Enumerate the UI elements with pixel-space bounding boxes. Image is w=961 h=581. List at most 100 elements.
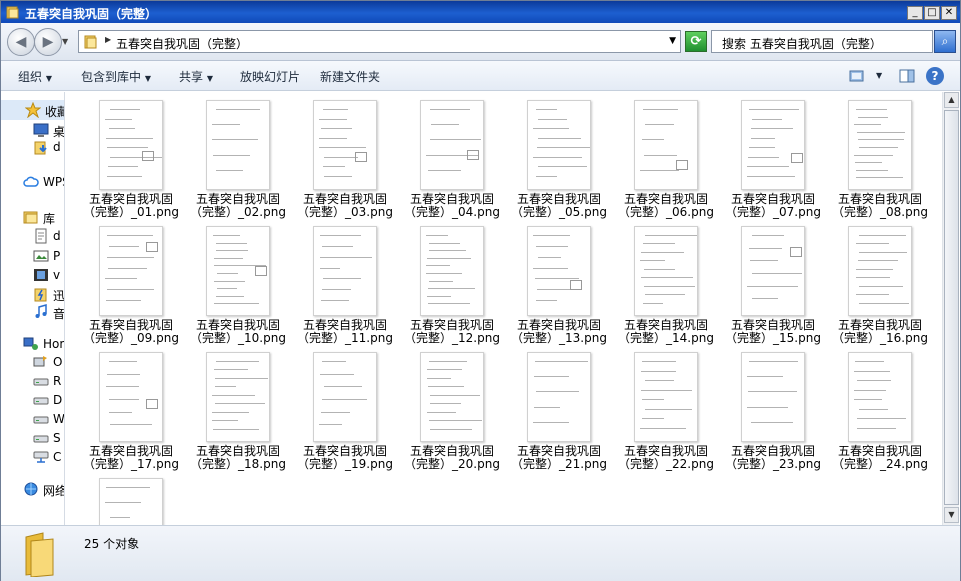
nav-item[interactable]: 音 xyxy=(1,302,64,322)
file-name: 五春突自我巩固（完整）_02.png xyxy=(190,192,286,219)
scroll-thumb[interactable] xyxy=(944,110,959,505)
file-thumbnail xyxy=(634,100,698,190)
scroll-down-arrow-icon[interactable]: ▼ xyxy=(944,507,959,523)
drive-icon xyxy=(33,373,49,389)
chevron-down-icon: ▼ xyxy=(144,74,151,83)
file-thumbnail xyxy=(848,352,912,442)
search-button[interactable]: ⌕ xyxy=(934,30,956,53)
recent-pages-dropdown[interactable]: ▼ xyxy=(62,37,68,46)
file-item[interactable]: 五春突自我巩固（完整）_06.png xyxy=(616,100,716,220)
file-item[interactable]: 五春突自我巩固（完整）_16.png xyxy=(830,226,930,346)
file-item[interactable]: 五春突自我巩固（完整）_21.png xyxy=(509,352,609,472)
file-item[interactable]: 五春突自我巩固（完整）_14.png xyxy=(616,226,716,346)
file-name: 五春突自我巩固（完整）_05.png xyxy=(511,192,607,219)
view-dropdown-icon[interactable]: ▼ xyxy=(876,71,882,80)
file-thumbnail xyxy=(634,352,698,442)
close-button[interactable]: ✕ xyxy=(941,6,957,20)
nav-item[interactable]: R xyxy=(1,371,64,391)
file-item[interactable]: 五春突自我巩固（完整）_19.png xyxy=(295,352,395,472)
thunder-icon xyxy=(33,286,49,302)
file-item[interactable]: 五春突自我巩固（完整）_04.png xyxy=(402,100,502,220)
vertical-scrollbar[interactable]: ▲ ▼ xyxy=(942,92,959,525)
nav-item[interactable]: P xyxy=(1,246,64,266)
title-bar[interactable]: 五春突自我巩固（完整） _ □ ✕ xyxy=(1,1,960,23)
file-item[interactable]: 五春突自我巩固（完整）_17.png xyxy=(81,352,181,472)
file-item[interactable]: 五春突自我巩固（完整）_25.png xyxy=(81,478,181,525)
nav-item[interactable]: v xyxy=(1,265,64,285)
forward-button[interactable]: ▶ xyxy=(34,28,62,56)
file-item[interactable]: 五春突自我巩固（完整）_10.png xyxy=(188,226,288,346)
new-folder-button[interactable]: 新建文件夹 xyxy=(320,68,380,85)
nav-item[interactable]: 网络 xyxy=(1,479,64,499)
file-thumbnail xyxy=(206,352,270,442)
file-name: 五春突自我巩固（完整）_06.png xyxy=(618,192,714,219)
file-item[interactable]: 五春突自我巩固（完整）_24.png xyxy=(830,352,930,472)
file-item[interactable]: 五春突自我巩固（完整）_23.png xyxy=(723,352,823,472)
nav-item-label: O xyxy=(53,355,63,369)
file-item[interactable]: 五春突自我巩固（完整）_12.png xyxy=(402,226,502,346)
file-item[interactable]: 五春突自我巩固（完整）_07.png xyxy=(723,100,823,220)
file-name: 五春突自我巩固（完整）_15.png xyxy=(725,318,821,345)
file-name: 五春突自我巩固（完整）_07.png xyxy=(725,192,821,219)
file-thumbnail xyxy=(313,352,377,442)
share-button[interactable]: 共享 ▼ xyxy=(179,68,213,85)
nav-item-label: S xyxy=(53,431,61,445)
nav-item[interactable]: WPS xyxy=(1,172,64,192)
file-item[interactable]: 五春突自我巩固（完整）_20.png xyxy=(402,352,502,472)
nav-item[interactable]: 迅 xyxy=(1,284,64,304)
file-thumbnail xyxy=(848,226,912,316)
arrow-right-icon: ▶ xyxy=(42,34,54,50)
navigation-pane: 收藏桌dWPS库dPv迅音HomORDWSC网络 xyxy=(1,92,65,525)
file-list[interactable]: 五春突自我巩固（完整）_01.png 五春突自我巩固（完整）_02.png 五春突自… xyxy=(66,92,942,525)
explorer-window: 五春突自我巩固（完整） _ □ ✕ ◀ ▶ ▼ ▶ 五春突自我巩固（完整） ▼ … xyxy=(0,0,961,581)
search-placeholder: 搜索 五春突自我巩固（完整） xyxy=(722,37,882,51)
file-item[interactable]: 五春突自我巩固（完整）_18.png xyxy=(188,352,288,472)
nav-item[interactable]: O xyxy=(1,352,64,372)
slideshow-button[interactable]: 放映幻灯片 xyxy=(240,68,300,85)
help-icon[interactable]: ? xyxy=(926,67,944,85)
desktop-icon xyxy=(33,122,49,138)
maximize-button[interactable]: □ xyxy=(924,6,940,20)
star-icon xyxy=(24,101,42,119)
scroll-up-arrow-icon[interactable]: ▲ xyxy=(944,92,959,108)
file-item[interactable]: 五春突自我巩固（完整）_13.png xyxy=(509,226,609,346)
breadcrumb-chevron-icon[interactable]: ▶ xyxy=(105,35,111,44)
breadcrumb-current[interactable]: 五春突自我巩固（完整） xyxy=(116,35,248,52)
nav-item[interactable]: C xyxy=(1,447,64,467)
nav-item[interactable]: D xyxy=(1,390,64,410)
address-field[interactable]: ▶ 五春突自我巩固（完整） ▼ xyxy=(78,30,681,53)
file-name: 五春突自我巩固（完整）_08.png xyxy=(832,192,928,219)
search-input[interactable]: 搜索 五春突自我巩固（完整） xyxy=(711,30,933,53)
file-name: 五春突自我巩固（完整）_21.png xyxy=(511,444,607,471)
nav-item[interactable]: 收藏 xyxy=(1,100,64,120)
file-item[interactable]: 五春突自我巩固（完整）_08.png xyxy=(830,100,930,220)
file-name: 五春突自我巩固（完整）_13.png xyxy=(511,318,607,345)
organize-button[interactable]: 组织 ▼ xyxy=(18,68,52,85)
nav-item[interactable]: Hom xyxy=(1,334,64,354)
file-item[interactable]: 五春突自我巩固（完整）_02.png xyxy=(188,100,288,220)
nav-item[interactable]: d xyxy=(1,137,64,157)
include-library-button[interactable]: 包含到库中 ▼ xyxy=(81,68,151,85)
nav-item[interactable]: d xyxy=(1,226,64,246)
nav-item[interactable]: W xyxy=(1,409,65,429)
file-name: 五春突自我巩固（完整）_22.png xyxy=(618,444,714,471)
file-item[interactable]: 五春突自我巩固（完整）_01.png xyxy=(81,100,181,220)
nav-item-label: P xyxy=(53,249,61,263)
file-item[interactable]: 五春突自我巩固（完整）_05.png xyxy=(509,100,609,220)
file-item[interactable]: 五春突自我巩固（完整）_09.png xyxy=(81,226,181,346)
back-button[interactable]: ◀ xyxy=(7,28,35,56)
minimize-button[interactable]: _ xyxy=(907,6,923,20)
file-item[interactable]: 五春突自我巩固（完整）_03.png xyxy=(295,100,395,220)
address-dropdown-icon[interactable]: ▼ xyxy=(669,36,676,46)
file-thumbnail xyxy=(741,100,805,190)
file-item[interactable]: 五春突自我巩固（完整）_15.png xyxy=(723,226,823,346)
document-icon xyxy=(33,228,49,244)
view-options-icon[interactable] xyxy=(848,67,866,85)
nav-item[interactable]: S xyxy=(1,428,64,448)
file-item[interactable]: 五春突自我巩固（完整）_22.png xyxy=(616,352,716,472)
file-item[interactable]: 五春突自我巩固（完整）_11.png xyxy=(295,226,395,346)
preview-pane-icon[interactable] xyxy=(898,67,916,85)
nav-item[interactable]: 库 xyxy=(1,207,64,227)
nav-item-label: W xyxy=(53,412,65,426)
refresh-button[interactable]: ⟳ xyxy=(685,31,707,52)
